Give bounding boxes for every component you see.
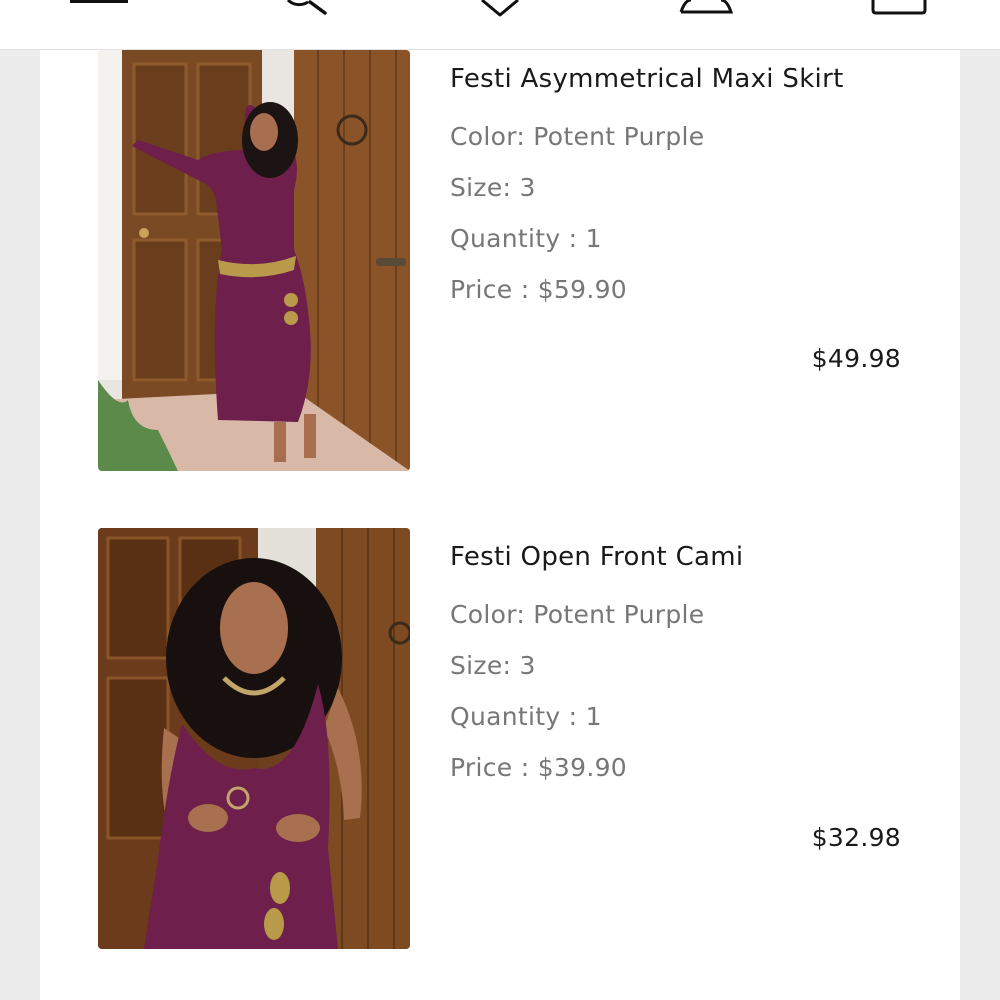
product-price: Price : $59.90: [450, 275, 627, 304]
account-icon[interactable]: [677, 0, 737, 16]
product-quantity: Quantity : 1: [450, 224, 602, 253]
menu-icon[interactable]: [70, 0, 130, 10]
search-icon[interactable]: [280, 0, 330, 16]
product-size: Size: 3: [450, 651, 536, 680]
wishlist-heart-icon[interactable]: [480, 0, 520, 18]
cart-items-card: Festi Asymmetrical Maxi Skirt Color: Pot…: [40, 50, 960, 1000]
product-name[interactable]: Festi Open Front Cami: [450, 542, 743, 572]
product-size: Size: 3: [450, 173, 536, 202]
cart-item: Festi Open Front Cami Color: Potent Purp…: [40, 528, 960, 968]
product-image[interactable]: [98, 528, 410, 949]
product-color: Color: Potent Purple: [450, 600, 705, 629]
cart-icon[interactable]: [870, 0, 930, 16]
item-total-price: $32.98: [811, 823, 901, 852]
cart-item: Festi Asymmetrical Maxi Skirt Color: Pot…: [40, 50, 960, 490]
product-quantity: Quantity : 1: [450, 702, 602, 731]
product-price: Price : $39.90: [450, 753, 627, 782]
item-total-price: $49.98: [811, 344, 901, 373]
product-color: Color: Potent Purple: [450, 122, 705, 151]
product-image[interactable]: [98, 50, 410, 471]
product-name[interactable]: Festi Asymmetrical Maxi Skirt: [450, 64, 844, 94]
product-photo-skirt: [98, 50, 410, 471]
top-nav-bar: [0, 0, 1000, 50]
product-photo-cami: [98, 528, 410, 949]
